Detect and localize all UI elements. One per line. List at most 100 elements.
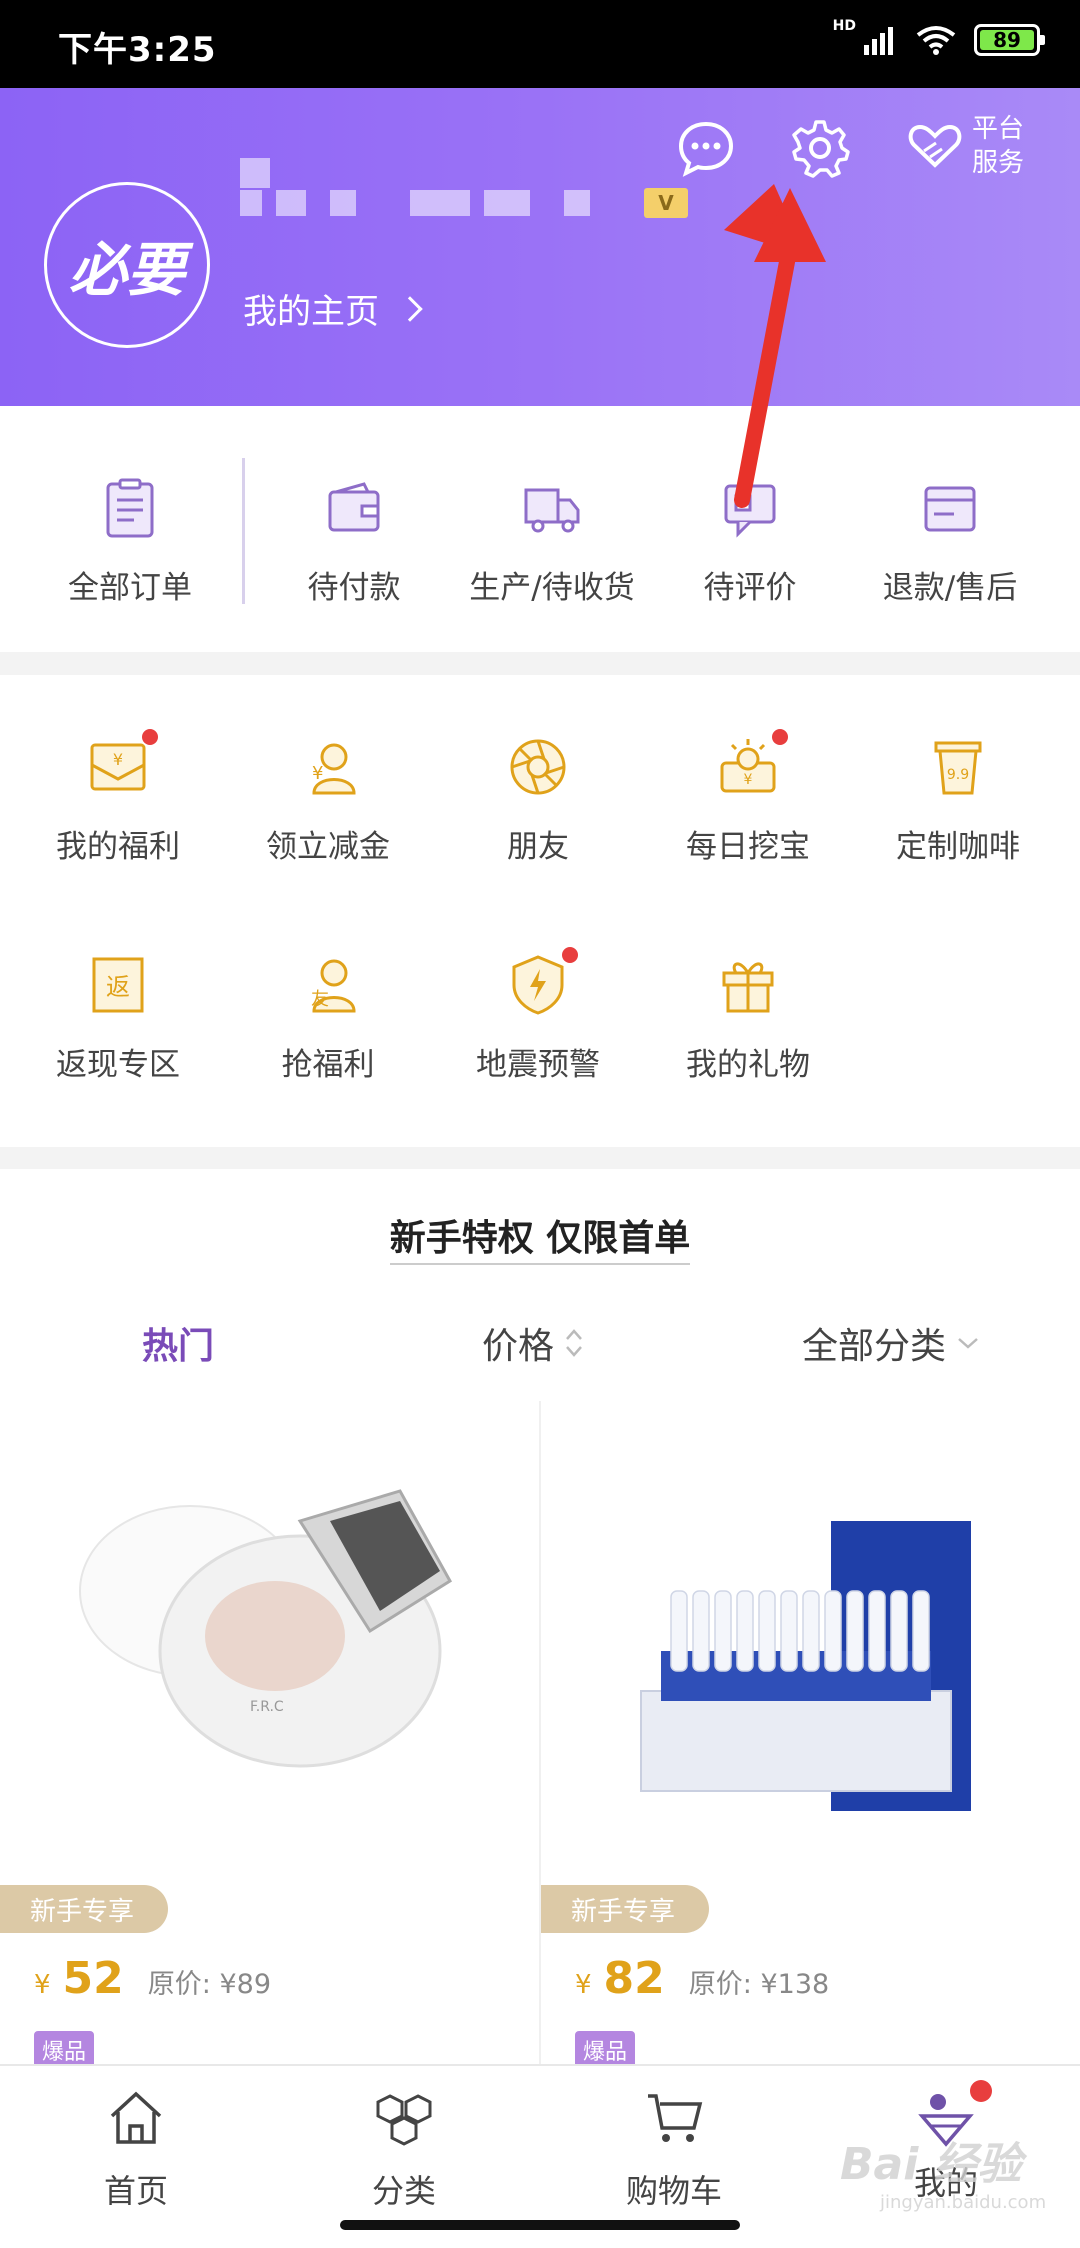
battery-level: 89: [993, 28, 1021, 52]
status-icons: HD 89: [833, 18, 1045, 56]
filter-hot[interactable]: 热门: [142, 1317, 214, 1369]
wallet-icon: [328, 482, 380, 532]
service-daily-treasure[interactable]: ¥ 每日挖宝: [643, 729, 853, 866]
order-refund[interactable]: 退款/售后: [850, 478, 1050, 607]
currency-symbol: ¥: [575, 1970, 592, 2000]
currency-symbol: ¥: [34, 1970, 51, 2000]
service-friends[interactable]: 朋友: [433, 735, 643, 866]
message-icon[interactable]: [676, 118, 736, 178]
service-custom-coffee-label: 定制咖啡: [896, 829, 1020, 865]
order-pending-payment[interactable]: 待付款: [254, 478, 454, 607]
notification-dot: [772, 729, 788, 745]
svg-text:9.9: 9.9: [947, 767, 969, 783]
status-bar: 下午3:25 HD 89: [0, 0, 1080, 88]
original-price: 原价: ¥138: [688, 1969, 830, 2000]
watermark-text: Bai 经验: [840, 2139, 1022, 2190]
service-daily-treasure-label: 每日挖宝: [686, 829, 810, 865]
tab-home[interactable]: 首页: [36, 2088, 236, 2212]
product-card[interactable]: 新手专享 ¥ 82 原价: ¥138 爆品: [541, 1401, 1080, 2069]
home-icon: [110, 2091, 162, 2144]
services-grid: ¥ 我的福利 ¥ 领立减金 朋友 ¥ 每日挖宝 9.9 定制咖啡 返 返现专区 …: [0, 675, 1080, 1147]
my-homepage-link[interactable]: 我的主页: [243, 284, 423, 333]
chevron-right-icon: [397, 295, 423, 322]
service-earthquake-alert[interactable]: 地震预警: [433, 947, 643, 1084]
cashback-icon: 返: [92, 957, 144, 1013]
sort-updown-icon: [566, 1329, 582, 1357]
gift-icon: [722, 962, 774, 1013]
aperture-icon: [510, 739, 566, 795]
order-all[interactable]: 全部订单: [30, 478, 230, 607]
settings-gear-icon[interactable]: [790, 118, 850, 178]
product-card[interactable]: F.R.C 新手专享 ¥ 52 原价: ¥89 爆品: [0, 1401, 539, 2069]
filter-price[interactable]: 价格: [482, 1317, 584, 1369]
treasure-icon: ¥: [720, 739, 776, 793]
service-my-gifts[interactable]: 我的礼物: [643, 953, 853, 1084]
svg-text:返: 返: [106, 973, 130, 1001]
discount-coin-icon: ¥: [312, 743, 356, 795]
watermark: Bai 经验 jingyan.baidu.com: [840, 2128, 1046, 2213]
avatar[interactable]: 必要: [44, 182, 210, 348]
svg-text:¥: ¥: [113, 750, 123, 769]
tab-cart[interactable]: 购物车: [574, 2088, 774, 2212]
service-grab-welfare[interactable]: 友 抢福利: [223, 953, 433, 1084]
service-my-welfare[interactable]: ¥ 我的福利: [13, 729, 223, 866]
order-list-icon: [106, 478, 154, 538]
service-grab-welfare-label: 抢福利: [281, 1047, 375, 1083]
filter-bar: 热门 价格 全部分类: [0, 1317, 1080, 1377]
order-refund-label: 退款/售后: [882, 570, 1018, 606]
price-row: ¥ 52 原价: ¥89: [34, 1953, 271, 2004]
tab-home-label: 首页: [103, 2172, 168, 2210]
products-section: 新手特权 仅限首单 热门 价格 全部分类 F.R.C 新手专享 ¥ 52 原价:…: [0, 1169, 1080, 2069]
truck-icon: [524, 488, 580, 533]
friends-icon: 友: [311, 959, 356, 1013]
order-shipping-label: 生产/待收货: [469, 570, 635, 606]
newbie-tag: 新手专享: [541, 1885, 710, 1933]
service-discount-label: 领立减金: [266, 829, 390, 865]
homepage-label: 我的主页: [243, 292, 379, 332]
order-all-label: 全部订单: [68, 570, 192, 606]
service-earthquake-alert-label: 地震预警: [476, 1047, 600, 1083]
gesture-home-bar[interactable]: [340, 2220, 740, 2230]
service-cashback[interactable]: 返 返现专区: [13, 953, 223, 1084]
product-image-ampoules: [640, 1521, 971, 1811]
filter-hot-label: 热门: [142, 1326, 215, 1367]
original-price: 原价: ¥89: [147, 1969, 271, 2000]
platform-label-line2: 服务: [972, 148, 1025, 178]
order-shipping[interactable]: 生产/待收货: [452, 478, 652, 607]
platform-label-line1: 平台: [972, 114, 1025, 144]
order-pending-payment-label: 待付款: [307, 570, 401, 606]
coffee-cup-icon: 9.9: [934, 741, 982, 795]
network-type-label: HD: [832, 18, 856, 34]
vip-badge: V: [644, 188, 688, 218]
notification-dot: [562, 947, 578, 963]
tab-category-label: 分类: [371, 2172, 436, 2210]
service-discount[interactable]: ¥ 领立减金: [223, 735, 433, 866]
service-custom-coffee[interactable]: 9.9 定制咖啡: [853, 735, 1063, 866]
notification-dot: [142, 729, 158, 745]
tab-category[interactable]: 分类: [304, 2088, 504, 2212]
watermark-url: jingyan.baidu.com: [880, 2192, 1047, 2213]
section-title: 新手特权 仅限首单: [0, 1209, 1080, 1265]
refund-icon: [924, 486, 976, 532]
order-to-review[interactable]: 待评价: [650, 478, 850, 607]
newbie-tag: 新手专享: [0, 1885, 169, 1933]
profile-header: 必要 V 我的主页 平台 服务: [0, 88, 1080, 406]
tab-cart-label: 购物车: [625, 2172, 722, 2210]
notification-dot: [970, 2080, 992, 2102]
platform-service-button[interactable]: 平台 服务: [906, 112, 1032, 180]
chevron-down-icon: [958, 1338, 978, 1349]
section-title-text: 新手特权 仅限首单: [389, 1218, 691, 1265]
battery-icon: 89: [974, 24, 1045, 56]
category-hex-icon: [376, 2094, 432, 2146]
service-friends-label: 朋友: [507, 829, 569, 865]
filter-price-label: 价格: [482, 1326, 555, 1367]
product-image-cushion: F.R.C: [79, 1489, 453, 1768]
orders-card: 全部订单 待付款 生产/待收货 待评价 退款/售后: [0, 406, 1080, 652]
cart-icon: [648, 2094, 703, 2142]
signal-icon: [864, 27, 893, 55]
filter-category-label: 全部分类: [802, 1326, 947, 1367]
price-value: 52: [62, 1953, 124, 2004]
svg-text:友: 友: [311, 989, 329, 1010]
status-time: 下午3:25: [58, 30, 217, 70]
filter-category[interactable]: 全部分类: [802, 1317, 980, 1369]
